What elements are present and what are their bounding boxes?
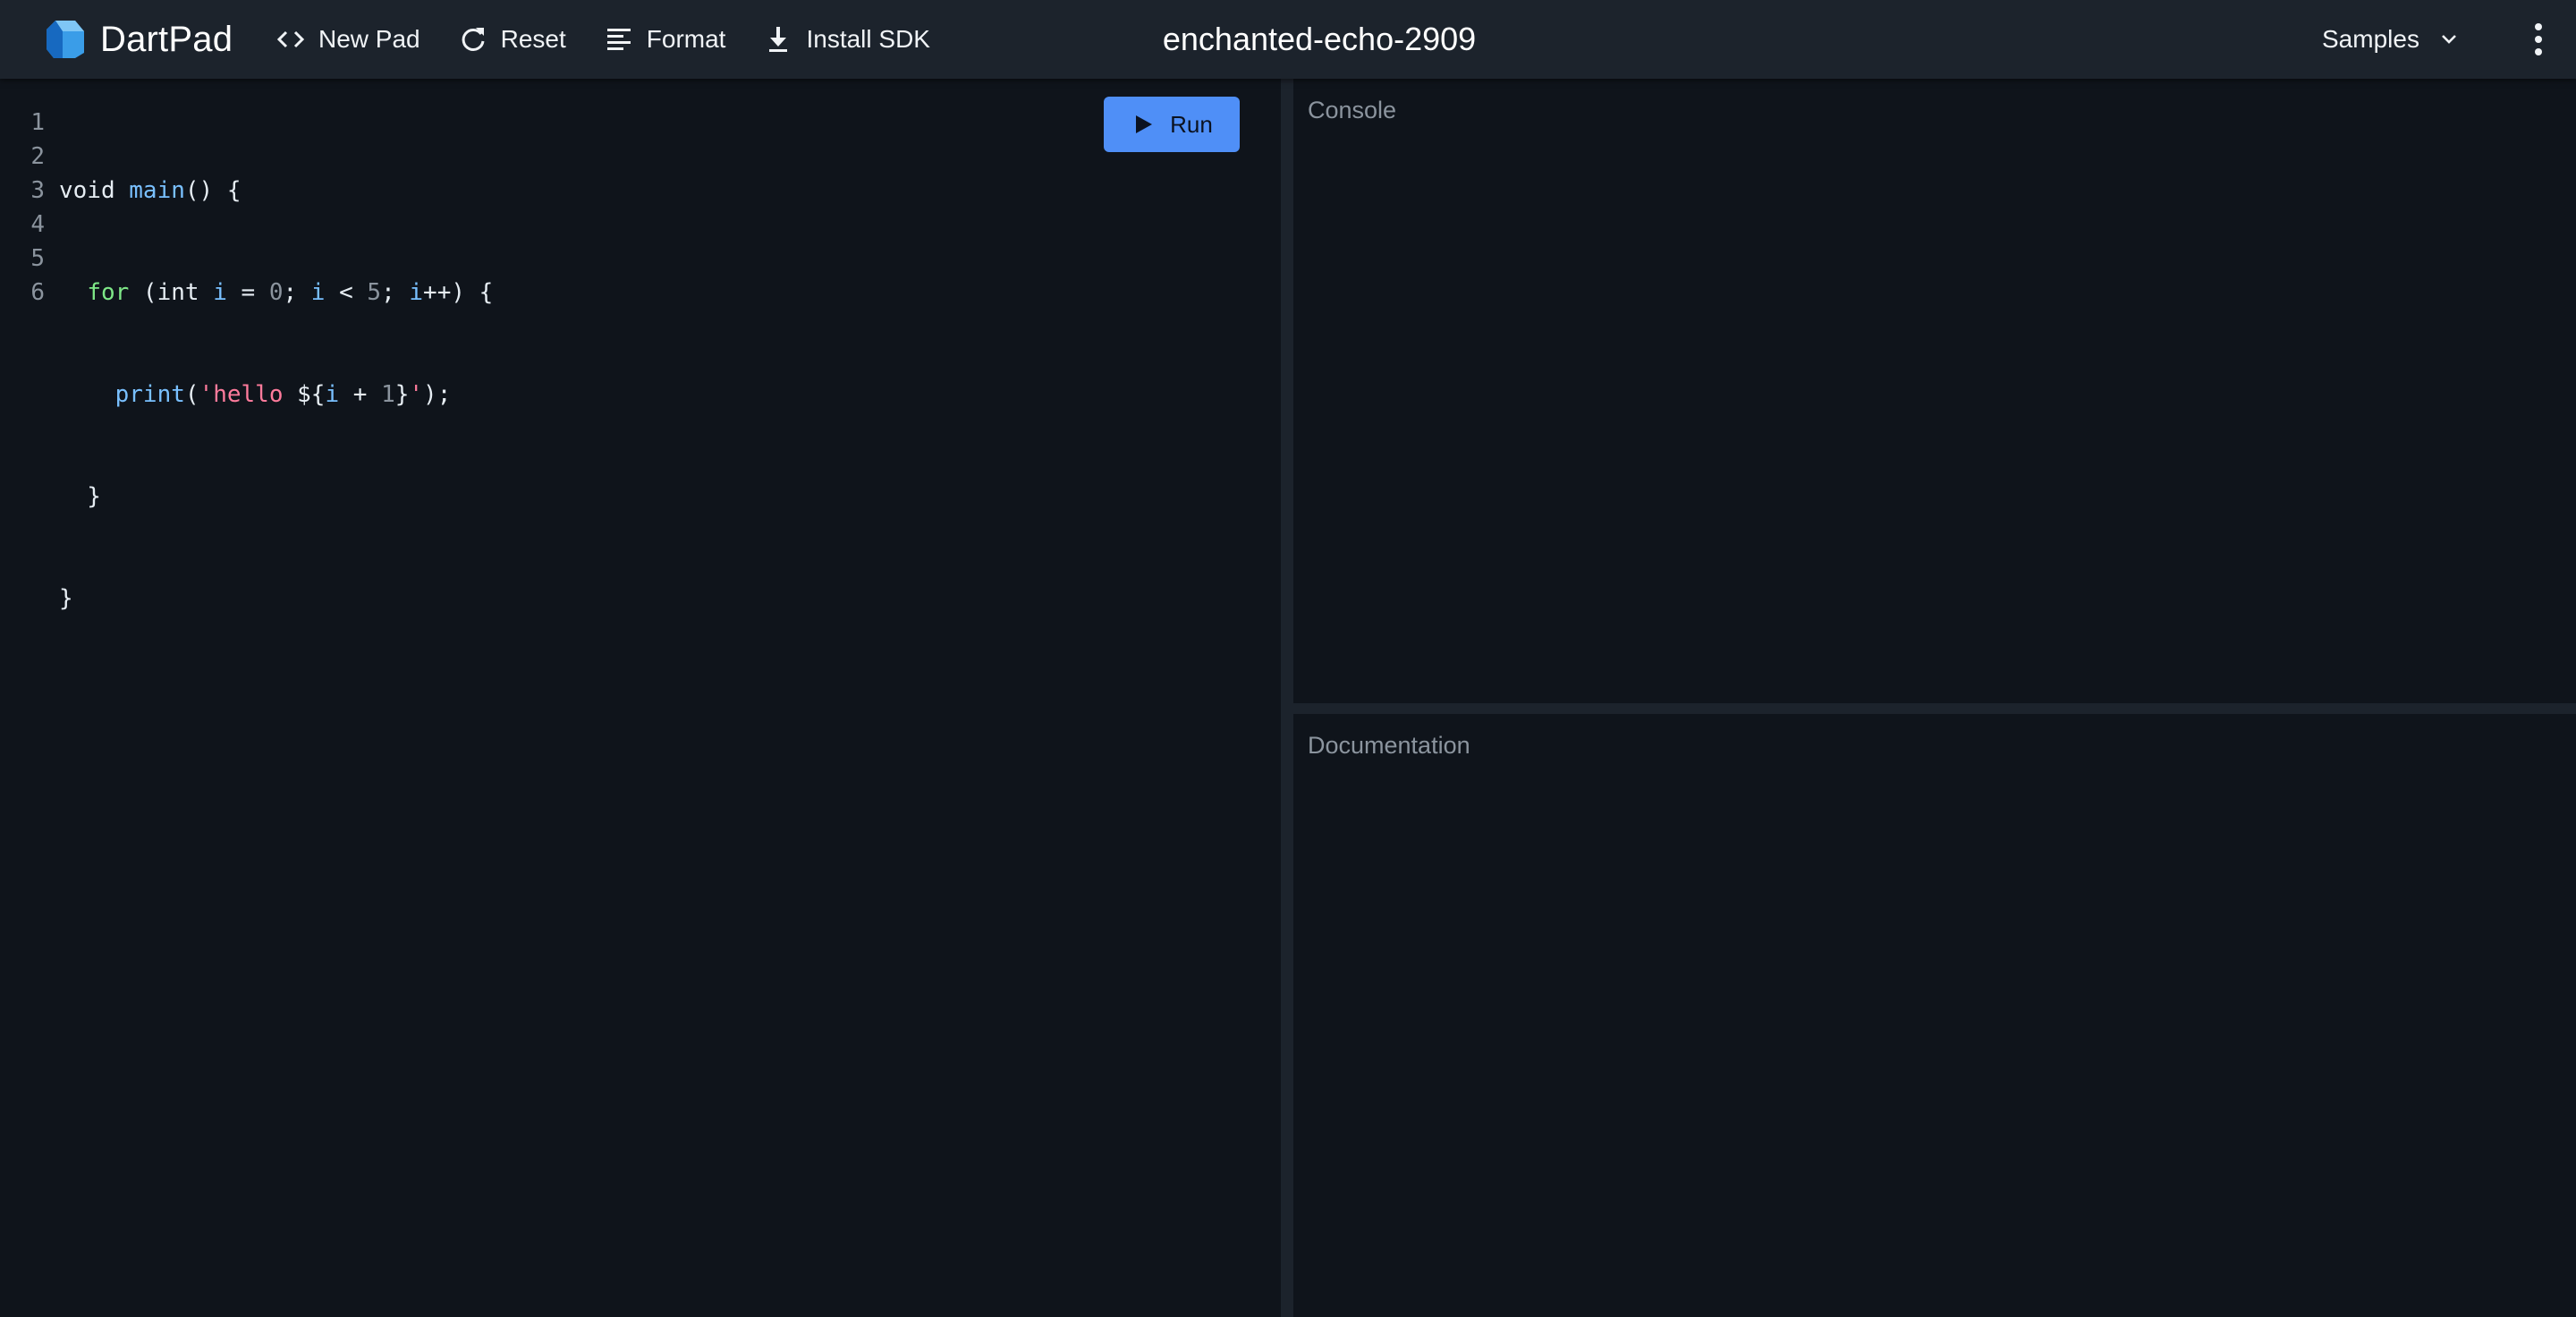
run-label: Run xyxy=(1170,110,1213,138)
vertical-splitter[interactable] xyxy=(1281,79,1293,1317)
install-sdk-button[interactable]: Install SDK xyxy=(754,11,939,68)
code-line: void main() { xyxy=(59,177,242,204)
toolbar-actions: New Pad Reset Format Install SDK xyxy=(267,0,959,79)
more-options-button[interactable] xyxy=(2519,20,2558,59)
refresh-icon xyxy=(462,28,485,51)
line-number: 6 xyxy=(30,279,45,306)
play-icon xyxy=(1136,115,1153,133)
console-panel: Console xyxy=(1293,79,2576,703)
pad-title[interactable]: enchanted-echo-2909 xyxy=(1163,0,1476,79)
code-content[interactable]: void main() { for (int i = 0; i < 5; i++… xyxy=(59,106,493,786)
console-title: Console xyxy=(1308,97,1397,123)
line-number: 4 xyxy=(30,211,45,238)
top-app-bar: DartPad New Pad Reset Format Install SDK… xyxy=(0,0,2576,79)
code-line: } xyxy=(59,483,101,510)
documentation-title: Documentation xyxy=(1308,732,1470,759)
reset-label: Reset xyxy=(500,25,566,53)
download-icon xyxy=(769,27,788,52)
code-line: print('hello ${i + 1}'); xyxy=(114,381,452,408)
code-line: } xyxy=(59,585,73,612)
code-brackets-icon xyxy=(276,30,305,48)
code-line: for (int i = 0; i < 5; i++) { xyxy=(87,279,494,306)
line-number: 3 xyxy=(30,177,45,204)
samples-label: Samples xyxy=(2322,25,2419,53)
app-name: DartPad xyxy=(100,19,233,59)
more-vert-icon xyxy=(2535,23,2542,55)
install-sdk-label: Install SDK xyxy=(806,25,930,53)
format-lines-icon xyxy=(606,29,631,50)
chevron-down-icon xyxy=(2442,35,2456,44)
line-number-gutter: 1 2 3 4 5 6 xyxy=(0,106,50,310)
new-pad-label: New Pad xyxy=(318,25,420,53)
samples-dropdown[interactable]: Samples xyxy=(2322,0,2462,79)
line-number: 5 xyxy=(30,245,45,272)
format-button[interactable]: Format xyxy=(595,11,735,68)
reset-button[interactable]: Reset xyxy=(449,11,575,68)
code-editor[interactable]: 1 2 3 4 5 6 void main() { for (int i = 0… xyxy=(0,79,1281,1317)
line-number: 1 xyxy=(30,109,45,136)
format-label: Format xyxy=(646,25,726,53)
dart-logo-icon xyxy=(47,21,84,58)
run-button[interactable]: Run xyxy=(1104,97,1240,152)
brand[interactable]: DartPad xyxy=(43,0,233,79)
documentation-panel: Documentation xyxy=(1293,714,2576,1317)
line-number: 2 xyxy=(30,143,45,170)
new-pad-button[interactable]: New Pad xyxy=(267,11,429,68)
horizontal-splitter[interactable] xyxy=(1293,703,2576,714)
